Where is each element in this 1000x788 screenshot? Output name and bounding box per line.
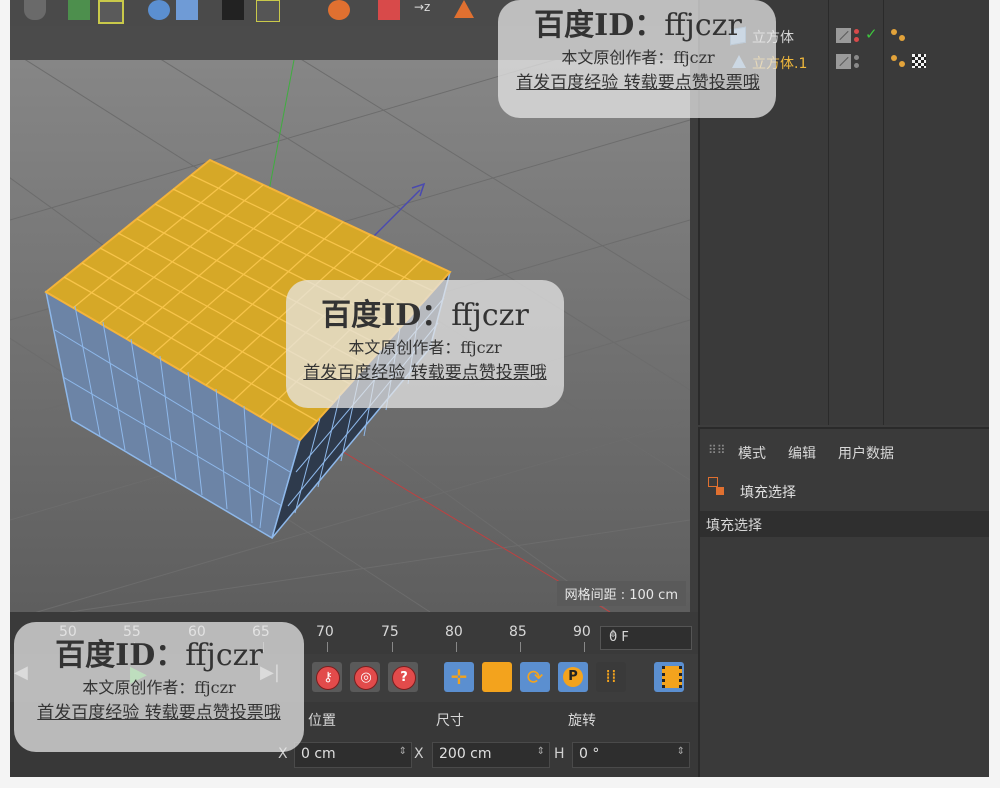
tick-label: 90: [573, 624, 591, 640]
field-value: 0 cm: [301, 746, 336, 762]
rotate-key-button[interactable]: ⟳: [520, 662, 550, 692]
p-icon: P: [563, 667, 583, 687]
key-icon: ⚷: [316, 666, 340, 690]
pla-key-button[interactable]: ⁞⁞: [596, 662, 626, 692]
scale-key-button[interactable]: [482, 662, 512, 692]
tick-label: 85: [509, 624, 527, 640]
watermark-id: ffjczr: [451, 298, 529, 333]
cone-icon[interactable]: [454, 0, 474, 18]
sphere-icon[interactable]: [148, 0, 170, 20]
watermark-brand: 百度ID：: [321, 298, 452, 333]
menu-user-data[interactable]: 用户数据: [838, 443, 894, 463]
attribute-manager: ⠿⠿ 模式 编辑 用户数据 填充选择 填充选择: [698, 427, 989, 777]
rotation-h-field[interactable]: 0 ° ⇕: [572, 742, 690, 768]
light-icon[interactable]: [256, 0, 280, 22]
watermark-notice: 首发百度经验 转载要点赞投票哦: [37, 703, 281, 723]
render-icon[interactable]: [378, 0, 400, 20]
visibility-dots-icon[interactable]: [854, 27, 860, 45]
rotation-header: 旋转: [568, 713, 596, 729]
move-key-button[interactable]: ✛: [444, 662, 474, 692]
grid-icon[interactable]: [176, 0, 198, 20]
spinner-icon[interactable]: ⇕: [609, 629, 687, 640]
axis-label: X: [414, 746, 424, 762]
current-frame-field[interactable]: 0 F ⇕: [600, 626, 692, 650]
selection-tag-icon: [708, 477, 718, 487]
undo-icon[interactable]: [24, 0, 46, 20]
spinner-icon[interactable]: ⇕: [537, 746, 545, 757]
watermark-notice: 首发百度经验 转载要点赞投票哦: [303, 363, 547, 383]
phong-tag-icon[interactable]: [890, 54, 906, 68]
selection-tag-icon-fill: [716, 487, 724, 495]
question-icon: ?: [392, 666, 416, 690]
watermark-author: 本文原创作者：ffjczr: [82, 678, 236, 697]
position-x-field[interactable]: 0 cm ⇕: [294, 742, 412, 768]
tab-label: 填充选择: [706, 518, 762, 534]
watermark-id: ffjczr: [185, 638, 263, 673]
attribute-menu-bar: ⠿⠿ 模式 编辑 用户数据: [700, 429, 989, 462]
spinner-icon[interactable]: ⇕: [677, 746, 685, 757]
deformer-icon[interactable]: [328, 0, 350, 20]
watermark-notice: 首发百度经验 转载要点赞投票哦: [516, 73, 760, 93]
menu-edit[interactable]: 编辑: [788, 443, 816, 463]
watermark-author: 本文原创作者：ffjczr: [348, 338, 502, 357]
watermark-top-right: 百度ID：ffjczr 本文原创作者：ffjczr 首发百度经验 转载要点赞投票…: [500, 0, 776, 93]
film-strip-icon[interactable]: [654, 662, 684, 692]
enabled-check-icon[interactable]: ✓: [865, 25, 878, 43]
visibility-dots-icon[interactable]: [854, 53, 860, 71]
watermark-brand: 百度ID：: [55, 638, 186, 673]
selection-tag-icon[interactable]: [912, 54, 926, 68]
axis-z-icon[interactable]: →z: [414, 0, 444, 20]
size-x-field[interactable]: 200 cm ⇕: [432, 742, 550, 768]
camera-icon[interactable]: [222, 0, 244, 20]
field-value: 0 °: [579, 746, 600, 762]
axis-label: H: [554, 746, 565, 762]
watermark-brand: 百度ID：: [534, 8, 665, 43]
field-value: 200 cm: [439, 746, 492, 762]
position-header: 位置: [308, 713, 336, 729]
model-tool-icon[interactable]: [68, 0, 90, 20]
layer-visibility-icon[interactable]: [836, 28, 851, 43]
grid-spacing-label: 网格间距 : 100 cm: [556, 581, 686, 606]
watermark-author: 本文原创作者：ffjczr: [561, 48, 715, 67]
keyframe-selection-button[interactable]: ?: [388, 662, 418, 692]
tick-label: 75: [381, 624, 399, 640]
watermark-center: 百度ID：ffjczr 本文原创作者：ffjczr 首发百度经验 转载要点赞投票…: [286, 290, 564, 383]
tag-title: 填充选择: [740, 485, 796, 501]
param-key-button[interactable]: P: [558, 662, 588, 692]
select-tool-icon[interactable]: [98, 0, 124, 24]
spinner-icon[interactable]: ⇕: [399, 746, 407, 757]
layer-visibility-icon[interactable]: [836, 54, 851, 69]
grip-icon[interactable]: ⠿⠿: [708, 443, 726, 457]
tick-label: 70: [316, 624, 334, 640]
watermark-bottom-left: 百度ID：ffjczr 本文原创作者：ffjczr 首发百度经验 转载要点赞投票…: [14, 630, 304, 723]
tab-fill-selection[interactable]: 填充选择: [700, 511, 989, 537]
tick-label: 80: [445, 624, 463, 640]
menu-mode[interactable]: 模式: [738, 443, 766, 463]
phong-tag-icon[interactable]: [890, 28, 906, 42]
size-header: 尺寸: [436, 713, 464, 729]
autokey-button[interactable]: ◎: [350, 662, 380, 692]
autokey-icon: ◎: [354, 666, 378, 690]
record-keyframe-button[interactable]: ⚷: [312, 662, 342, 692]
watermark-id: ffjczr: [664, 8, 742, 43]
